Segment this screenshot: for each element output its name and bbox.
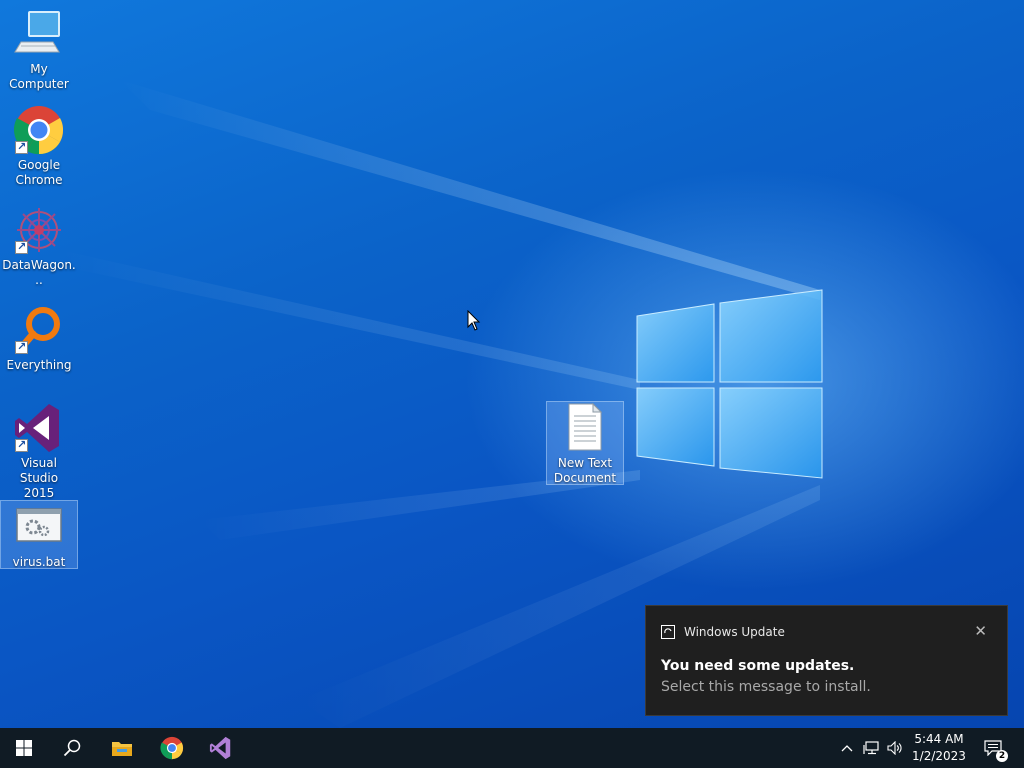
desktop-icon-label: virus.bat	[12, 555, 66, 569]
clock-time: 5:44 AM	[914, 732, 964, 746]
chrome-icon	[160, 736, 184, 760]
network-button[interactable]	[860, 728, 882, 768]
notification-body: Select this message to install.	[661, 679, 871, 695]
shortcut-arrow-icon	[15, 339, 28, 354]
desktop-icon-label: Visual Studio 2015	[19, 456, 59, 500]
text-document-icon	[568, 402, 603, 451]
taskbar-file-explorer[interactable]	[98, 728, 146, 768]
desktop-icon-label: DataWagon...	[2, 258, 76, 287]
computer-icon	[14, 11, 60, 53]
taskbar-visual-studio[interactable]	[197, 728, 245, 768]
clock-date: 1/2/2023	[912, 749, 966, 763]
search-button[interactable]	[48, 728, 96, 768]
desktop-icon-label: Everything	[6, 358, 72, 372]
desktop-icon-virus-bat[interactable]: virus.bat	[0, 500, 78, 569]
visual-studio-icon	[209, 736, 231, 760]
desktop-icon-google-chrome[interactable]: Google Chrome	[1, 104, 77, 188]
close-icon[interactable]: ✕	[974, 622, 987, 640]
action-center-button[interactable]	[978, 728, 1008, 768]
file-explorer-icon	[112, 742, 132, 756]
shortcut-arrow-icon	[15, 239, 28, 254]
start-icon	[16, 740, 32, 756]
windows-update-icon	[661, 625, 675, 639]
volume-button[interactable]	[884, 728, 906, 768]
windows-update-notification[interactable]: Windows Update ✕ You need some updates. …	[645, 605, 1008, 716]
shortcut-arrow-icon	[15, 139, 28, 154]
notification-count-badge: 2	[996, 750, 1008, 762]
chevron-up-icon	[841, 745, 853, 752]
show-hidden-icons-button[interactable]	[838, 728, 856, 768]
desktop-icon-my-computer[interactable]: My Computer	[1, 8, 77, 92]
taskbar: 5:44 AM 1/2/2023	[0, 728, 1024, 768]
notification-app-name: Windows Update	[684, 625, 785, 639]
system-clock[interactable]: 5:44 AM 1/2/2023	[906, 731, 972, 765]
volume-icon	[887, 741, 902, 755]
shortcut-arrow-icon	[15, 437, 28, 452]
start-button[interactable]	[0, 728, 48, 768]
desktop-icon-label: Google Chrome	[15, 158, 63, 187]
mouse-cursor-icon	[467, 310, 481, 331]
network-icon	[863, 741, 879, 755]
notification-app-header: Windows Update	[661, 625, 785, 639]
desktop-icon-everything[interactable]: Everything	[1, 304, 77, 373]
search-icon	[63, 739, 81, 757]
desktop-icon-visual-studio-2015[interactable]: Visual Studio 2015	[1, 402, 77, 501]
desktop-icon-label: My Computer	[9, 62, 69, 91]
windows-logo	[636, 289, 823, 479]
taskbar-google-chrome[interactable]	[148, 728, 196, 768]
notification-title: You need some updates.	[661, 658, 855, 674]
batch-file-icon	[16, 508, 62, 542]
desktop-icon-datawagon[interactable]: DataWagon...	[1, 204, 77, 288]
desktop-icon-label: New Text Document	[553, 456, 617, 485]
desktop-icon-new-text-document[interactable]: New Text Document	[546, 401, 624, 485]
